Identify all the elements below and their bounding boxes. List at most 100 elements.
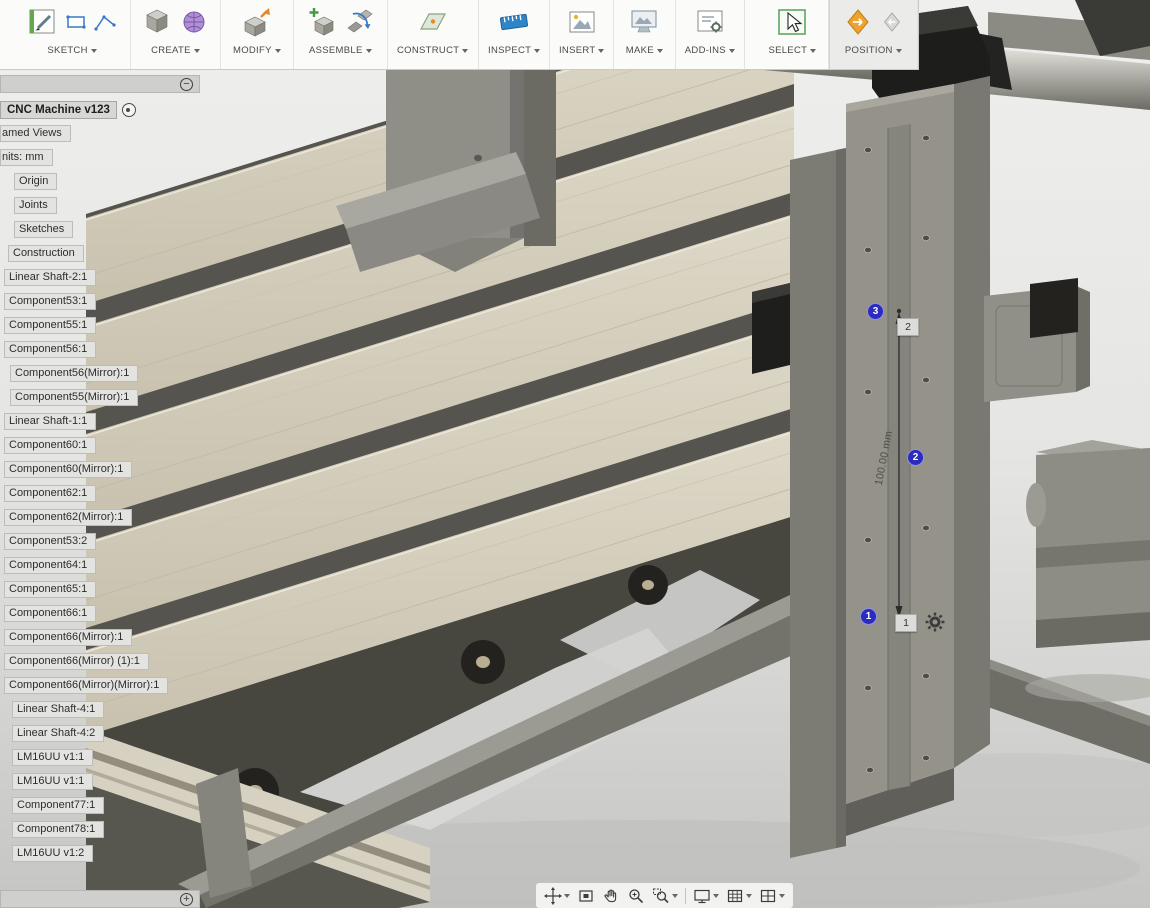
toolbar-label-insert[interactable]: INSERT xyxy=(559,45,605,56)
press-pull-icon[interactable] xyxy=(240,5,274,39)
root-component-name[interactable]: CNC Machine v123 xyxy=(0,101,117,119)
zoom-window-tool[interactable] xyxy=(652,887,678,905)
joint-settings-gear-icon[interactable] xyxy=(925,612,945,632)
browser-item-label: LM16UU v1:1 xyxy=(12,772,94,790)
zoom-icon xyxy=(629,888,644,903)
joint-tag-1[interactable]: 1 xyxy=(895,614,917,632)
joint-tag-2[interactable]: 2 xyxy=(897,318,919,336)
browser-tree-item[interactable]: Construction xyxy=(8,243,215,262)
browser-tree-item[interactable]: Component78:1 xyxy=(12,819,215,838)
browser-tree-item[interactable]: Origin xyxy=(14,171,215,190)
toolbar-label-position[interactable]: POSITION xyxy=(845,45,902,56)
create-solid-icon[interactable] xyxy=(140,5,174,39)
browser-item-label: Component56:1 xyxy=(4,340,97,358)
browser-tree-item[interactable]: Component66:1 xyxy=(4,603,215,622)
toolbar-label-create[interactable]: CREATE xyxy=(151,45,200,56)
browser-item-label: Component66:1 xyxy=(4,604,97,622)
browser-item-label: Component65:1 xyxy=(4,580,97,598)
browser-tree-item[interactable]: Component55:1 xyxy=(4,315,215,334)
viewports[interactable] xyxy=(759,887,785,905)
toolbar-label-addins[interactable]: ADD-INS xyxy=(685,45,735,56)
browser-tree-item[interactable]: Joints xyxy=(14,195,215,214)
activate-component-radio-icon[interactable] xyxy=(121,103,136,117)
toolbar-label-sketch[interactable]: SKETCH xyxy=(47,45,97,56)
orbit-icon xyxy=(544,886,562,905)
zoom-tool[interactable] xyxy=(627,887,645,905)
marker-3[interactable]: 3 xyxy=(867,303,884,320)
browser-item-label: Component53:1 xyxy=(4,292,97,310)
browser-item-label: Component66(Mirror):1 xyxy=(4,628,133,646)
chevron-down-icon xyxy=(895,48,902,53)
browser-tree-item[interactable]: Component66(Mirror)(Mirror):1 xyxy=(4,675,215,694)
browser-tree-item[interactable]: Linear Shaft-4:1 xyxy=(12,699,215,718)
browser-item-label: Linear Shaft-4:2 xyxy=(12,724,105,742)
create-sketch-icon[interactable] xyxy=(26,5,60,39)
display-settings-icon xyxy=(694,889,710,903)
collapse-browser-icon[interactable]: − xyxy=(180,78,193,91)
browser-tree-item[interactable]: Component77:1 xyxy=(12,795,215,814)
revert-position-icon[interactable] xyxy=(878,8,906,36)
browser-tree-item[interactable]: Component66(Mirror) (1):1 xyxy=(4,651,215,670)
browser-tree-item[interactable]: Component60(Mirror):1 xyxy=(4,459,215,478)
toolbar-group-sketch: SKETCH xyxy=(14,0,132,69)
toolbar-group-construct: CONSTRUCT xyxy=(388,0,479,69)
select-cursor-icon[interactable] xyxy=(775,5,809,39)
create-form-icon[interactable] xyxy=(177,5,211,39)
browser-item-label: LM16UU v1:2 xyxy=(12,844,94,862)
line-tool-icon[interactable] xyxy=(92,9,118,35)
marker-1[interactable]: 1 xyxy=(860,608,877,625)
browser-tree-item[interactable]: Component55(Mirror):1 xyxy=(10,387,215,406)
browser-tree-item[interactable]: Linear Shaft-4:2 xyxy=(12,723,215,742)
browser-item-label: Component55(Mirror):1 xyxy=(10,388,139,406)
measure-icon[interactable] xyxy=(497,5,531,39)
grid-settings[interactable] xyxy=(726,887,752,905)
browser-tree-item[interactable]: nits: mm xyxy=(0,147,215,166)
browser-tree-item[interactable]: Component56(Mirror):1 xyxy=(10,363,215,382)
toolbar-label-inspect[interactable]: INSPECT xyxy=(488,45,541,56)
toolbar-label-make[interactable]: MAKE xyxy=(626,45,663,56)
browser-tree-item[interactable]: Component53:1 xyxy=(4,291,215,310)
toolbar-label-modify[interactable]: MODIFY xyxy=(233,45,281,56)
make-icon[interactable] xyxy=(627,5,661,39)
orbit-tool[interactable] xyxy=(544,886,570,905)
expand-browser-icon[interactable]: + xyxy=(180,893,193,906)
new-component-icon[interactable] xyxy=(305,5,339,39)
toolbar-label-construct[interactable]: CONSTRUCT xyxy=(397,45,469,56)
column-left-flange[interactable] xyxy=(790,148,846,858)
browser-tree-item[interactable]: Linear Shaft-2:1 xyxy=(4,267,215,286)
toolbar-label-assemble[interactable]: ASSEMBLE xyxy=(309,45,372,56)
browser-tree-item[interactable]: amed Views xyxy=(0,123,215,142)
toolbar-label-select[interactable]: SELECT xyxy=(768,45,817,56)
browser-tree-item[interactable]: Component53:2 xyxy=(4,531,215,550)
browser-tree-item[interactable]: LM16UU v1:2 xyxy=(12,843,215,862)
browser-item-label: Component64:1 xyxy=(4,556,97,574)
browser-tree-item[interactable]: LM16UU v1:1 xyxy=(12,771,215,790)
joint-icon[interactable] xyxy=(342,5,376,39)
browser-tree-item[interactable]: Component62(Mirror):1 xyxy=(4,507,215,526)
pan-tool[interactable] xyxy=(602,887,620,905)
insert-canvas-icon[interactable] xyxy=(565,5,599,39)
browser-tree-item[interactable]: Component56:1 xyxy=(4,339,215,358)
chevron-down-icon xyxy=(672,893,678,898)
browser-tree-item[interactable]: LM16UU v1:1 xyxy=(12,747,215,766)
display-settings[interactable] xyxy=(693,887,719,905)
browser-tree-item[interactable]: Linear Shaft-1:1 xyxy=(4,411,215,430)
scripts-addins-icon[interactable] xyxy=(693,5,727,39)
browser-item-label: Origin xyxy=(14,172,58,190)
fusion-app-window: 100.00 mm 3 2 1 2 1 SKETCH CREATE MODIFY… xyxy=(0,0,1150,908)
browser-item-label: Component78:1 xyxy=(12,820,105,838)
upper-carriage-block[interactable] xyxy=(984,278,1090,402)
browser-tree-item[interactable]: Sketches xyxy=(14,219,215,238)
construction-plane-icon[interactable] xyxy=(416,5,450,39)
browser-tree-item[interactable]: Component66(Mirror):1 xyxy=(4,627,215,646)
capture-position-icon[interactable] xyxy=(841,5,875,39)
marker-2[interactable]: 2 xyxy=(907,449,924,466)
fit-view-tool[interactable] xyxy=(577,887,595,905)
rectangle-tool-icon[interactable] xyxy=(63,9,89,35)
browser-item-label: LM16UU v1:1 xyxy=(12,748,94,766)
browser-tree-item[interactable]: Component62:1 xyxy=(4,483,215,502)
browser-root-row[interactable]: CNC Machine v123 xyxy=(0,101,215,119)
browser-tree-item[interactable]: Component60:1 xyxy=(4,435,215,454)
browser-tree-item[interactable]: Component65:1 xyxy=(4,579,215,598)
browser-tree-item[interactable]: Component64:1 xyxy=(4,555,215,574)
